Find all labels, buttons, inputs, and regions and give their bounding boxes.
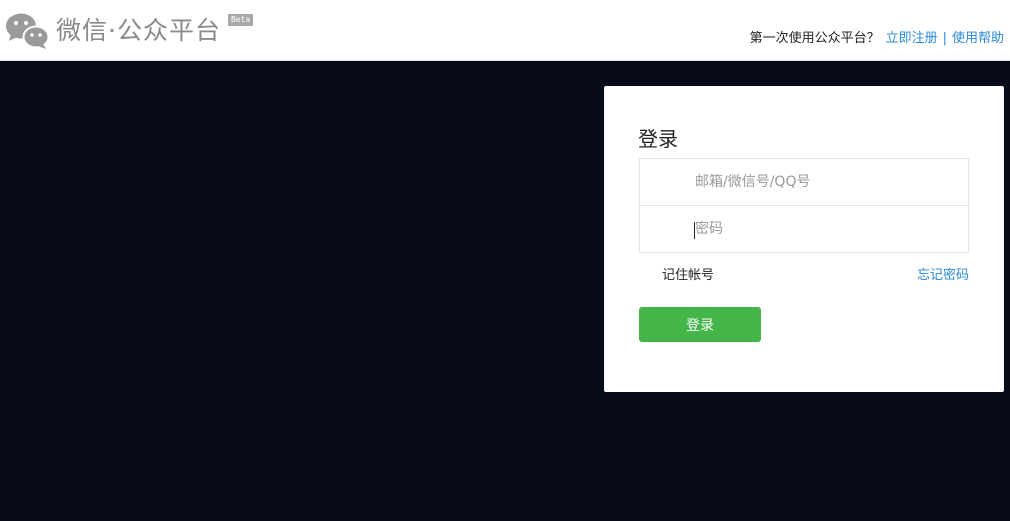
top-header: 微信·公众平台 Beta 第一次使用公众平台？ 立即注册 | 使用帮助 bbox=[0, 0, 1010, 61]
register-link[interactable]: 立即注册 bbox=[886, 30, 938, 48]
account-input[interactable] bbox=[695, 159, 955, 205]
header-links: 第一次使用公众平台？ 立即注册 | 使用帮助 bbox=[750, 30, 1004, 48]
remember-account-label: 记住帐号 bbox=[662, 268, 715, 283]
login-button[interactable]: 登录 bbox=[639, 307, 761, 342]
wechat-logo-icon bbox=[6, 13, 49, 49]
login-title: 登录 bbox=[638, 127, 678, 151]
login-panel: 登录 记住帐号 忘记密码 登录 bbox=[604, 86, 1004, 392]
account-field[interactable] bbox=[639, 158, 969, 206]
beta-badge: Beta bbox=[227, 14, 254, 26]
remember-account-checkbox[interactable]: 记住帐号 bbox=[662, 266, 714, 286]
first-time-prompt: 第一次使用公众平台？ bbox=[749, 31, 880, 46]
site-logo[interactable]: 微信·公众平台 Beta bbox=[5, 12, 254, 50]
password-field[interactable] bbox=[639, 205, 969, 253]
password-input[interactable] bbox=[695, 206, 955, 252]
link-separator: | bbox=[942, 31, 947, 46]
help-link[interactable]: 使用帮助 bbox=[952, 30, 1004, 48]
forgot-password-link[interactable]: 忘记密码 bbox=[917, 266, 969, 286]
logo-text: 微信·公众平台 bbox=[56, 16, 221, 45]
